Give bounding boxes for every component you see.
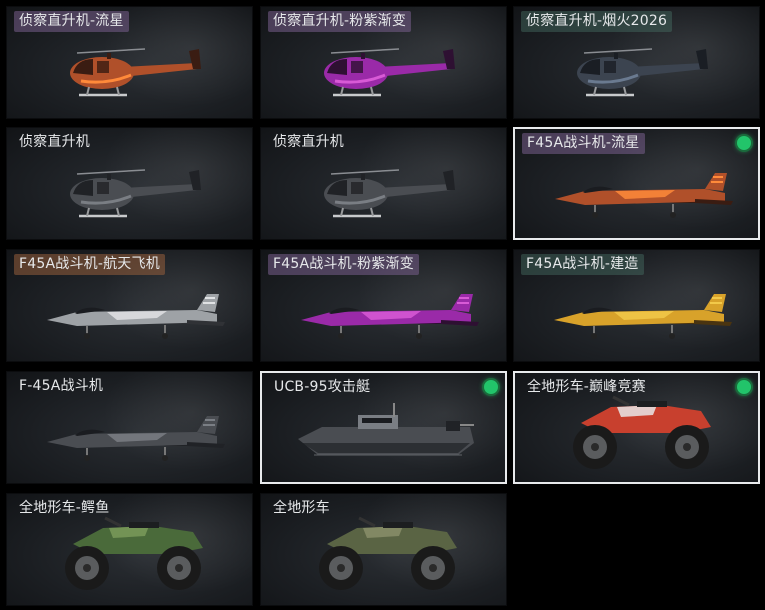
vehicle-skin-tile[interactable]: F45A战斗机-粉紫渐变 (260, 249, 507, 362)
tile-label: F-45A战斗机 (19, 378, 104, 394)
vehicle-skin-tile[interactable]: 侦察直升机-烟火2026 (513, 6, 760, 119)
vehicle-skin-grid: 侦察直升机-流星 侦察直升机-粉紫渐变 侦察直升机-烟火2026 侦察直升机 侦察直升机… (0, 0, 765, 610)
vehicle-skin-tile[interactable]: 全地形车 (260, 493, 507, 606)
tile-label: UCB-95攻击艇 (274, 379, 371, 395)
vehicle-skin-tile[interactable]: 侦察直升机-流星 (6, 6, 253, 119)
vehicle-skin-tile[interactable]: 全地形车-鳄鱼 (6, 493, 253, 606)
vehicle-skin-tile[interactable]: F45A战斗机-流星 (513, 127, 760, 240)
tile-label: 侦察直升机-烟火2026 (521, 11, 673, 32)
vehicle-skin-tile[interactable]: 侦察直升机 (6, 127, 253, 240)
tile-label: F45A战斗机-建造 (521, 254, 644, 275)
equipped-indicator-icon (484, 380, 498, 394)
tile-label: 侦察直升机 (273, 134, 344, 150)
tile-label: 全地形车-鳄鱼 (19, 500, 110, 516)
equipped-indicator-icon (737, 380, 751, 394)
tile-label: 全地形车 (273, 500, 330, 516)
vehicle-skin-tile[interactable]: 全地形车-巅峰竞赛 (513, 371, 760, 484)
tile-label: 侦察直升机 (19, 134, 90, 150)
vehicle-skin-tile[interactable]: F-45A战斗机 (6, 371, 253, 484)
tile-label: 侦察直升机-粉紫渐变 (268, 11, 412, 32)
equipped-indicator-icon (737, 136, 751, 150)
vehicle-skin-tile[interactable]: 侦察直升机 (260, 127, 507, 240)
tile-label: F45A战斗机-流星 (522, 133, 645, 154)
vehicle-skin-tile[interactable]: UCB-95攻击艇 (260, 371, 507, 484)
vehicle-skin-tile[interactable]: F45A战斗机-建造 (513, 249, 760, 362)
tile-label: 侦察直升机-流星 (14, 11, 129, 32)
vehicle-skin-tile[interactable]: 侦察直升机-粉紫渐变 (260, 6, 507, 119)
tile-label: F45A战斗机-航天飞机 (14, 254, 165, 275)
tile-label: 全地形车-巅峰竞赛 (527, 379, 646, 395)
vehicle-skin-tile[interactable]: F45A战斗机-航天飞机 (6, 249, 253, 362)
tile-label: F45A战斗机-粉紫渐变 (268, 254, 419, 275)
